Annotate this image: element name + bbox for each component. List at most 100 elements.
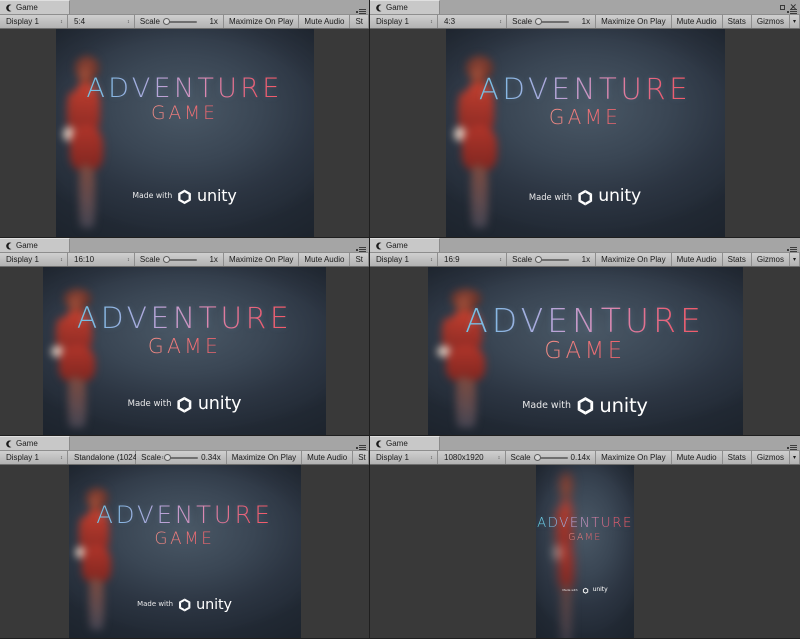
tab-strip: Game [0,238,369,252]
mute-audio-button[interactable]: Mute Audio [671,451,723,464]
mute-audio-button[interactable]: Mute Audio [671,253,723,266]
maximize-on-play-button[interactable]: Maximize On Play [223,15,300,28]
stats-button[interactable]: St [350,253,369,266]
tab-game[interactable]: Game [370,238,440,252]
scale-slider[interactable] [162,255,197,264]
mute-audio-button[interactable]: Mute Audio [302,451,354,464]
game-render-viewport[interactable]: ADVENTURE GAME Made with unity [68,465,301,638]
game-view-area[interactable]: ADVENTURE GAME Made with unity [0,267,369,435]
game-view-area[interactable]: ADVENTURE GAME Made with unity [370,465,800,638]
tab-game[interactable]: Game [0,238,70,252]
stats-button[interactable]: Stats [722,451,752,464]
maximize-on-play-button[interactable]: Maximize On Play [596,451,672,464]
game-view-toolbar: Display 1 ↕ 5:4 ↕ Scale 1x Maximize On Play Mut… [0,14,369,29]
aspect-ratio-dropdown[interactable]: 1080x1920 ↕ [438,451,506,464]
gizmos-button[interactable]: Gizmos [751,15,790,28]
display-dropdown[interactable]: Display 1 ↕ [370,451,438,464]
gizmos-dropdown-button[interactable]: ▾ [789,451,800,464]
scale-slider[interactable] [164,453,199,462]
maximize-on-play-button[interactable]: Maximize On Play [223,253,300,266]
scale-control[interactable]: Scale 1x [507,253,597,266]
unity-game-view-grid: Game Display 1 ↕ 5:4 ↕ Scale 1x Maximize On Pla… [0,0,800,639]
scale-slider[interactable] [535,255,570,264]
panel-options-icon[interactable] [356,445,366,450]
display-dropdown[interactable]: Display 1 ↕ [370,15,438,28]
game-view-area[interactable]: ADVENTURE GAME Made with unity [0,29,369,237]
stats-button[interactable]: St [350,15,369,28]
game-render-viewport[interactable]: ADVENTURE GAME Made with unity [536,465,634,638]
unity-wordmark: unity [592,586,608,594]
tab-label: Game [16,240,38,250]
game-title-line2: GAME [43,336,326,357]
maximize-on-play-button[interactable]: Maximize On Play [596,15,672,28]
scale-slider-knob[interactable] [164,454,172,461]
game-render-viewport[interactable]: ADVENTURE GAME Made with unity [445,29,725,237]
scale-slider-knob[interactable] [535,256,543,263]
tab-game[interactable]: Game [0,0,70,14]
scale-control[interactable]: Scale 1x [507,15,597,28]
scale-control[interactable]: Scale 0.14x [505,451,597,464]
scale-slider[interactable] [535,17,570,26]
scale-control[interactable]: Scale 0.34x [136,451,227,464]
stats-label: Stats [727,254,746,264]
game-title-line1: ADVENTURE [446,74,725,104]
maximize-on-play-button[interactable]: Maximize On Play [226,451,303,464]
game-tab-icon [6,4,13,12]
scale-slider-knob[interactable] [162,256,170,263]
scale-slider-knob[interactable] [162,18,170,25]
scale-label: Scale [512,255,533,264]
panel-options-icon[interactable] [787,247,797,252]
game-render-viewport[interactable]: ADVENTURE GAME Made with unity [43,267,326,435]
aspect-ratio-dropdown[interactable]: Standalone (1024x768) ↕ [68,451,164,464]
scale-control[interactable]: Scale 1x [134,253,224,266]
scale-control[interactable]: Scale 1x [134,15,224,28]
aspect-ratio-dropdown[interactable]: 5:4 ↕ [68,15,135,28]
display-dropdown[interactable]: Display 1 ↕ [0,253,68,266]
made-with-unity: Made with unity [69,597,301,612]
aspect-ratio-dropdown[interactable]: 16:9 ↕ [438,253,508,266]
game-render-viewport[interactable]: ADVENTURE GAME Made with unity [427,267,743,435]
game-render-viewport[interactable]: ADVENTURE GAME Made with unity [55,29,314,237]
game-view-area[interactable]: ADVENTURE GAME Made with unity [0,465,369,638]
game-view-toolbar: Display 1 ↕ 16:9 ↕ Scale 1x Maximize On Play Mu… [370,252,800,267]
scale-slider[interactable] [533,453,568,462]
game-view-area[interactable]: ADVENTURE GAME Made with unity [370,29,800,237]
display-dropdown[interactable]: Display 1 ↕ [0,451,68,464]
scale-slider-knob[interactable] [533,454,541,461]
game-title-block: ADVENTURE GAME [43,304,326,357]
panel-options-icon[interactable] [356,247,366,252]
mute-audio-button[interactable]: Mute Audio [671,15,723,28]
game-view-area[interactable]: ADVENTURE GAME Made with unity [370,267,800,435]
gizmos-dropdown-button[interactable]: ▾ [789,15,800,28]
stats-button[interactable]: Stats [722,15,752,28]
display-dropdown[interactable]: Display 1 ↕ [370,253,438,266]
gizmos-button[interactable]: Gizmos [751,451,790,464]
scale-slider-knob[interactable] [535,18,543,25]
stats-button[interactable]: Stats [722,253,752,266]
stats-label: St [358,452,366,462]
display-dropdown[interactable]: Display 1 ↕ [0,15,68,28]
mute-audio-button[interactable]: Mute Audio [299,253,351,266]
made-with-unity: Made with unity [446,187,725,206]
scale-label: Scale [139,255,160,264]
maximize-on-play-button[interactable]: Maximize On Play [596,253,672,266]
stats-button[interactable]: St [353,451,369,464]
scale-slider[interactable] [162,17,197,26]
aspect-ratio-dropdown[interactable]: 4:3 ↕ [438,15,508,28]
tab-game[interactable]: Game [370,436,440,450]
game-tab-icon [376,440,383,448]
gizmos-dropdown-button[interactable]: ▾ [789,253,800,266]
game-panel: Game Display 1 ↕ Standalone (1024x768) ↕ Scal… [0,436,370,639]
panel-options-icon[interactable] [787,445,797,450]
panel-options-icon[interactable] [356,9,366,14]
restore-window-icon[interactable] [780,4,786,10]
aspect-ratio-dropdown[interactable]: 16:10 ↕ [68,253,135,266]
tab-game[interactable]: Game [0,436,70,450]
mute-audio-button[interactable]: Mute Audio [299,15,351,28]
aspect-ratio-value: 16:10 [74,254,95,264]
maximize-on-play-label: Maximize On Play [228,254,294,264]
tab-game[interactable]: Game [370,0,440,14]
tab-label: Game [386,240,408,250]
panel-options-icon[interactable] [787,9,797,14]
gizmos-button[interactable]: Gizmos [751,253,790,266]
